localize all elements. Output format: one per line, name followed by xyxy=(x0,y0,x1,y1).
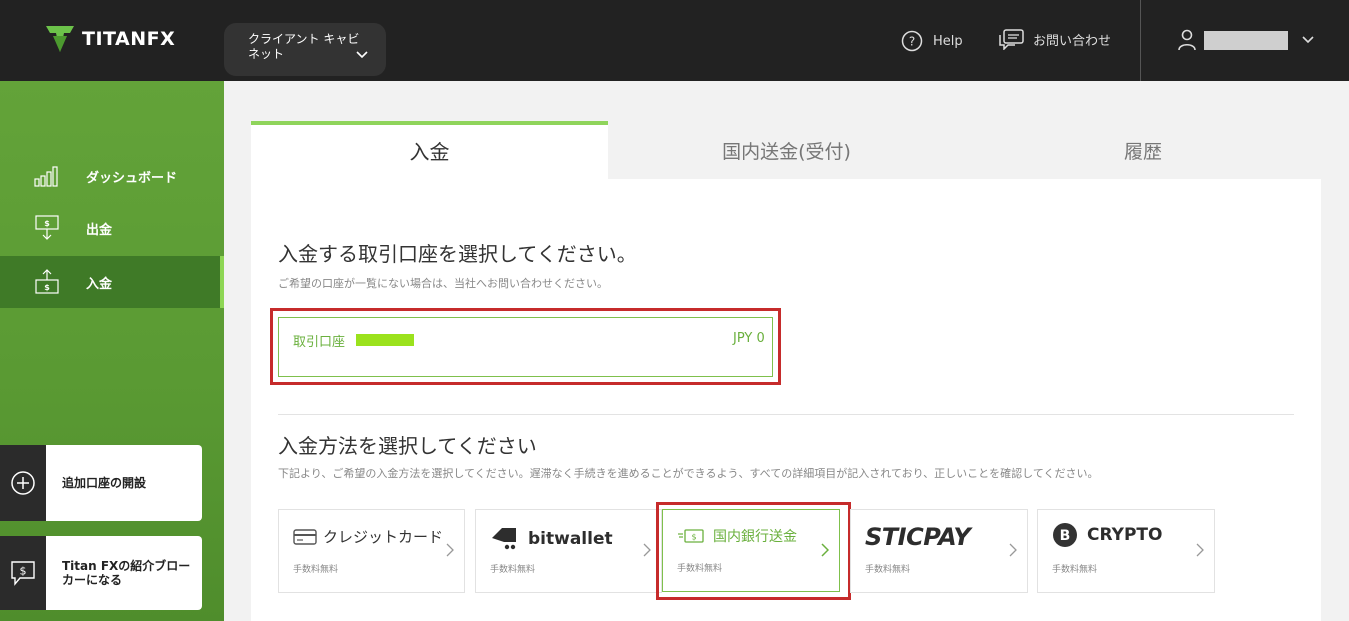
bitwallet-icon xyxy=(492,528,516,550)
method-crypto[interactable]: B CRYPTO 手数料無料 xyxy=(1037,509,1215,593)
sidebar-item-label: 入金 xyxy=(86,276,113,292)
card-label: 追加口座の開設 xyxy=(62,476,147,490)
method-domestic-bank-transfer[interactable]: $ 国内銀行送金 手数料無料 xyxy=(662,509,840,592)
chevron-right-icon xyxy=(1196,543,1204,557)
sidebar: ダッシュボード $ 出金 $ 入金 追加口座の開設 $ Titan FXの紹介ブ… xyxy=(0,81,224,621)
header-divider xyxy=(1140,0,1141,81)
account-balance: JPY 0 xyxy=(733,331,765,346)
contact-label: お問い合わせ xyxy=(1033,33,1112,49)
chevron-down-icon xyxy=(356,51,368,59)
dollar-chat-icon: $ xyxy=(11,561,35,586)
plus-circle-icon xyxy=(11,471,35,495)
help-circle-icon: ? xyxy=(901,30,923,52)
method-name: bitwallet xyxy=(528,529,613,549)
become-introducing-broker-button[interactable]: $ Titan FXの紹介ブローカーになる xyxy=(0,536,202,610)
redacted-account-number xyxy=(356,334,414,346)
trading-account-option[interactable] xyxy=(278,317,773,377)
method-name: CRYPTO xyxy=(1087,525,1163,545)
chevron-right-icon xyxy=(821,543,829,557)
tab-deposit[interactable]: 入金 xyxy=(251,121,608,179)
chat-bubble-icon xyxy=(999,29,1024,50)
titanfx-logo[interactable]: TITANFX xyxy=(44,24,175,54)
method-name: 国内銀行送金 xyxy=(713,529,797,545)
svg-text:?: ? xyxy=(909,35,915,49)
tab-domestic-transfer[interactable]: 国内送金(受付) xyxy=(608,125,965,179)
bank-transfer-icon: $ xyxy=(678,529,704,543)
chevron-right-icon xyxy=(643,543,651,557)
svg-text:B: B xyxy=(1060,528,1071,544)
sidebar-item-deposit[interactable]: $ 入金 xyxy=(0,256,224,308)
help-link[interactable]: ? Help xyxy=(901,30,963,52)
svg-text:$: $ xyxy=(44,283,50,292)
select-method-title: 入金方法を選択してください xyxy=(278,434,537,458)
user-menu[interactable] xyxy=(1178,29,1314,51)
redacted-username xyxy=(1204,30,1288,50)
method-name: クレジットカード xyxy=(323,528,444,546)
open-additional-account-button[interactable]: 追加口座の開設 xyxy=(0,445,202,521)
sidebar-item-dashboard[interactable]: ダッシュボード xyxy=(0,150,224,202)
select-account-title: 入金する取引口座を選択してください。 xyxy=(278,242,637,266)
help-label: Help xyxy=(933,33,963,49)
svg-text:$: $ xyxy=(44,219,50,228)
svg-text:$: $ xyxy=(20,565,27,578)
method-fee: 手数料無料 xyxy=(1052,565,1098,575)
sidebar-item-withdraw[interactable]: $ 出金 xyxy=(0,202,224,254)
section-divider xyxy=(278,414,1294,415)
bitcoin-icon: B xyxy=(1053,523,1077,547)
chevron-down-icon xyxy=(1302,36,1314,44)
chevron-right-icon xyxy=(446,543,454,557)
chevron-right-icon xyxy=(1009,543,1017,557)
credit-card-icon xyxy=(293,528,317,545)
logo-text: TITANFX xyxy=(82,28,176,50)
account-label: 取引口座 xyxy=(293,335,346,350)
contact-link[interactable]: お問い合わせ xyxy=(997,28,1111,50)
sidebar-item-label: ダッシュボード xyxy=(86,170,178,186)
select-method-subtitle: 下記より、ご希望の入金方法を選択してください。遅滞なく手続きを進めることができる… xyxy=(278,467,1099,480)
svg-text:$: $ xyxy=(691,533,696,542)
card-label: Titan FXの紹介ブローカーになる xyxy=(62,559,191,587)
select-account-subtitle: ご希望の口座が一覧にない場合は、当社へお問い合わせください。 xyxy=(278,277,608,290)
withdraw-icon: $ xyxy=(35,215,59,240)
top-header: TITANFX クライアント キャビネット ? Help お問い合わせ xyxy=(0,0,1349,81)
user-icon xyxy=(1178,29,1196,51)
sidebar-item-label: 出金 xyxy=(86,222,113,238)
cabinet-label: クライアント キャビネット xyxy=(248,32,360,61)
method-fee: 手数料無料 xyxy=(677,564,723,574)
titan-shield-icon xyxy=(46,26,74,52)
method-credit-card[interactable]: クレジットカード 手数料無料 xyxy=(278,509,465,593)
deposit-icon: $ xyxy=(35,269,59,294)
bar-chart-icon xyxy=(34,166,58,187)
method-sticpay[interactable]: STICPAY 手数料無料 xyxy=(850,509,1028,593)
method-fee: 手数料無料 xyxy=(293,565,339,575)
method-bitwallet[interactable]: bitwallet 手数料無料 xyxy=(475,509,662,593)
client-cabinet-dropdown[interactable]: クライアント キャビネット xyxy=(224,23,386,76)
sticpay-logo: STICPAY xyxy=(865,523,971,551)
method-fee: 手数料無料 xyxy=(865,565,911,575)
method-fee: 手数料無料 xyxy=(490,565,536,575)
tab-history[interactable]: 履歴 xyxy=(965,125,1321,179)
